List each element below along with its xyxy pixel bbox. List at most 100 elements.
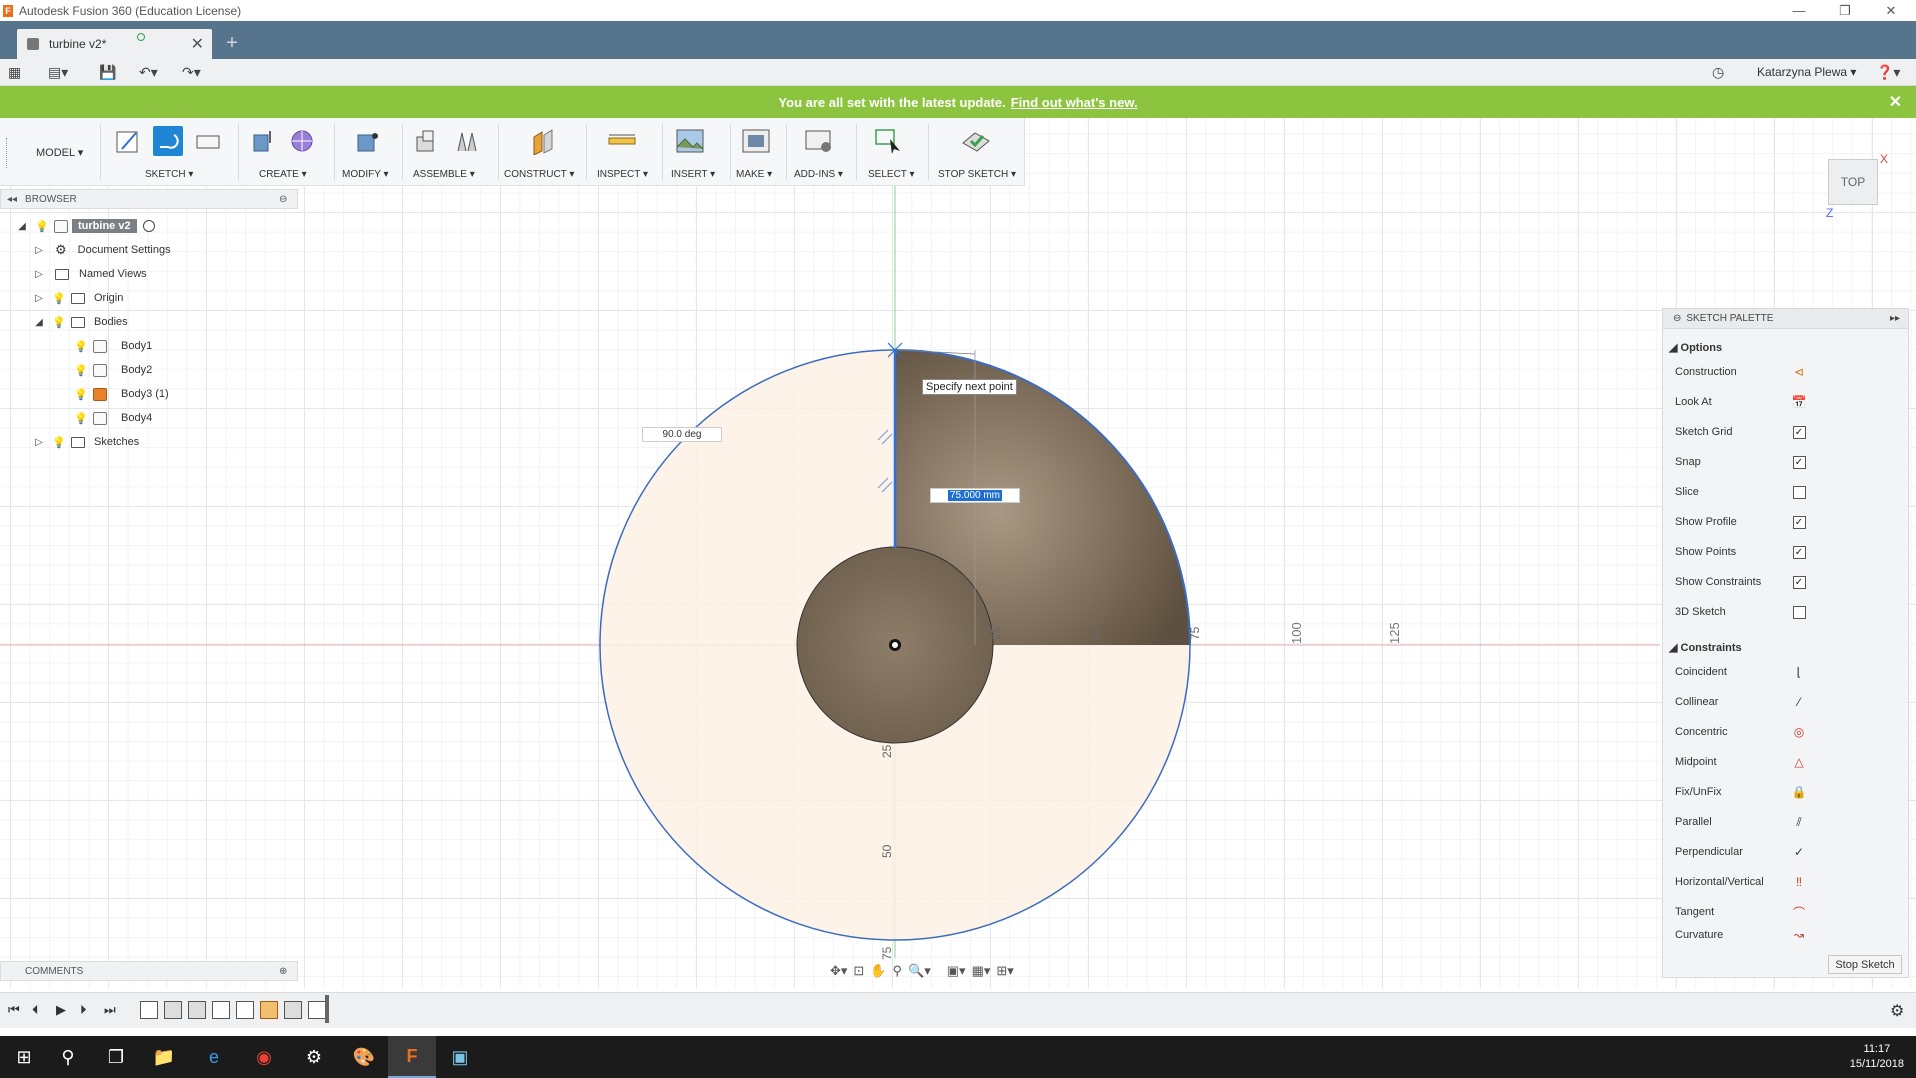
step-back-icon[interactable]: ⏴ xyxy=(32,1002,39,1018)
workspace-switcher[interactable]: MODEL ▾ xyxy=(36,146,83,159)
tree-item[interactable]: 💡 Body3 (1) xyxy=(74,384,169,404)
task-view-icon[interactable]: ❐ xyxy=(92,1036,140,1078)
timeline-revolve-icon[interactable] xyxy=(260,1001,278,1019)
paint-icon[interactable]: 🎨 xyxy=(340,1036,388,1078)
job-status-icon[interactable]: ◷ xyxy=(1712,63,1724,81)
help-icon[interactable]: ❓▾ xyxy=(1876,63,1900,81)
horizontal-vertical-icon[interactable]: ‼ xyxy=(1792,875,1806,889)
steam-icon[interactable]: ⚙ xyxy=(290,1036,338,1078)
constraint-perpendicular[interactable]: Perpendicular ✓ xyxy=(1675,842,1895,862)
sketch-menu[interactable]: SKETCH ▾ xyxy=(145,169,193,180)
step-forward-icon[interactable]: ⏵ xyxy=(80,1002,87,1018)
palette-collapse-icon[interactable]: ⊖ xyxy=(1673,313,1681,324)
timeline-marker-icon[interactable] xyxy=(325,995,329,1023)
show-points-checkbox[interactable]: ✓ xyxy=(1792,545,1806,559)
expand-toggle-icon[interactable]: ▷ xyxy=(33,268,45,280)
look-at-icon[interactable]: 📅 xyxy=(1792,395,1807,409)
scripts-addins-icon[interactable] xyxy=(804,126,834,156)
go-to-start-icon[interactable]: ⏮ xyxy=(8,1002,20,1018)
select-menu[interactable]: SELECT ▾ xyxy=(868,169,915,180)
timeline-features[interactable] xyxy=(140,1001,326,1019)
timeline-feature-icon[interactable] xyxy=(284,1001,302,1019)
option-3d-sketch[interactable]: 3D Sketch xyxy=(1675,602,1895,622)
midpoint-icon[interactable]: △ xyxy=(1792,755,1806,769)
palette-expand-icon[interactable]: ▸▸ xyxy=(1890,313,1900,324)
constraints-section-header[interactable]: ◢ Constraints xyxy=(1669,641,1742,654)
add-ins-menu[interactable]: ADD-INS ▾ xyxy=(794,169,843,180)
play-icon[interactable]: ▶ xyxy=(56,1002,66,1018)
snap-checkbox[interactable]: ✓ xyxy=(1792,455,1806,469)
parallel-icon[interactable]: ⫽ xyxy=(1792,815,1806,829)
visibility-bulb-icon[interactable]: 💡 xyxy=(35,219,49,233)
angle-dimension-input[interactable]: 90.0 deg xyxy=(642,427,722,442)
collapse-panel-icon[interactable]: ◂◂ xyxy=(7,194,17,205)
timeline-sketch-icon[interactable] xyxy=(236,1001,254,1019)
user-account-menu[interactable]: Katarzyna Plewa ▾ xyxy=(1757,65,1856,79)
tree-root-label[interactable]: turbine v2 xyxy=(72,219,137,233)
timeline-sketch-icon[interactable] xyxy=(212,1001,230,1019)
option-construction[interactable]: Construction ⊲ xyxy=(1675,362,1895,382)
3d-sketch-checkbox[interactable] xyxy=(1792,605,1806,619)
banner-close-icon[interactable]: ✕ xyxy=(1889,92,1902,112)
pan-icon[interactable]: ✋ xyxy=(870,963,886,979)
modify-menu[interactable]: MODIFY ▾ xyxy=(342,169,389,180)
document-tab[interactable]: turbine v2* ✕ xyxy=(17,29,212,59)
visibility-bulb-icon[interactable]: 💡 xyxy=(52,291,66,305)
expand-toggle-icon[interactable]: ▷ xyxy=(33,292,45,304)
stop-sketch-icon[interactable] xyxy=(961,126,991,156)
tangent-icon[interactable]: ⌒ xyxy=(1792,905,1806,920)
make-menu[interactable]: MAKE ▾ xyxy=(736,169,772,180)
form-icon[interactable] xyxy=(287,126,317,156)
viewports-icon[interactable]: ⊞▾ xyxy=(996,963,1013,979)
zoom-icon[interactable]: ⚲ xyxy=(893,963,903,979)
expand-toggle-icon[interactable]: ◢ xyxy=(33,316,45,328)
tree-item[interactable]: 💡 Body2 xyxy=(74,360,152,380)
constraint-collinear[interactable]: Collinear ⁄ xyxy=(1675,692,1895,712)
option-show-constraints[interactable]: Show Constraints ✓ xyxy=(1675,572,1895,592)
restore-icon[interactable]: ❐ xyxy=(1822,0,1868,21)
constraint-curvature[interactable]: Curvature ↝ xyxy=(1675,929,1895,941)
system-clock[interactable]: 11:17 15/11/2018 xyxy=(1850,1042,1904,1072)
tree-item[interactable]: ▷ 💡 Origin xyxy=(33,288,123,308)
whats-new-link[interactable]: Find out what's new. xyxy=(1011,95,1138,110)
expand-toggle-icon[interactable]: ▷ xyxy=(33,244,45,256)
stop-sketch-button[interactable]: Stop Sketch xyxy=(1828,955,1902,974)
assemble-menu[interactable]: ASSEMBLE ▾ xyxy=(413,169,475,180)
create-sketch-icon[interactable] xyxy=(113,126,143,156)
save-icon[interactable]: 💾 xyxy=(99,63,116,81)
create-menu[interactable]: CREATE ▾ xyxy=(259,169,307,180)
visibility-bulb-icon[interactable]: 💡 xyxy=(52,315,66,329)
go-to-end-icon[interactable]: ⏭ xyxy=(104,1002,116,1018)
construction-icon[interactable]: ⊲ xyxy=(1792,365,1806,379)
timeline-feature-icon[interactable] xyxy=(164,1001,182,1019)
concentric-icon[interactable]: ◎ xyxy=(1792,725,1806,739)
rectangle-tool-icon[interactable] xyxy=(193,126,223,156)
fusion-taskbar-icon[interactable]: F xyxy=(388,1036,436,1078)
tree-item[interactable]: 💡 Body1 xyxy=(74,336,152,356)
add-comment-icon[interactable]: ⊕ xyxy=(279,966,287,977)
zoom-window-icon[interactable]: 🔍▾ xyxy=(908,963,931,979)
measure-icon[interactable] xyxy=(607,126,637,156)
photos-icon[interactable]: ▣ xyxy=(436,1036,484,1078)
file-explorer-icon[interactable]: 📁 xyxy=(140,1036,188,1078)
expand-toggle-icon[interactable]: ▷ xyxy=(33,436,45,448)
visibility-bulb-icon[interactable]: 💡 xyxy=(74,387,88,401)
curvature-icon[interactable]: ↝ xyxy=(1792,929,1806,941)
show-constraints-checkbox[interactable]: ✓ xyxy=(1792,575,1806,589)
tree-item[interactable]: ▷ ⚙ Document Settings xyxy=(33,240,170,260)
tree-item[interactable]: ▷ Named Views xyxy=(33,264,147,284)
constraint-coincident[interactable]: Coincident ⌊ xyxy=(1675,662,1895,682)
browser-header[interactable]: ◂◂ BROWSER ⊖ xyxy=(0,189,298,209)
option-sketch-grid[interactable]: Sketch Grid ✓ xyxy=(1675,422,1895,442)
file-menu-icon[interactable]: ▤▾ xyxy=(48,63,68,81)
chrome-icon[interactable]: ◉ xyxy=(240,1036,288,1078)
new-tab-button[interactable]: + xyxy=(220,31,244,55)
options-section-header[interactable]: ◢ Options xyxy=(1669,341,1722,354)
visibility-bulb-icon[interactable]: 💡 xyxy=(52,435,66,449)
timeline-sketch-icon[interactable] xyxy=(308,1001,326,1019)
windows-start-icon[interactable]: ⊞ xyxy=(0,1036,48,1078)
timeline-sketch-icon[interactable] xyxy=(140,1001,158,1019)
option-show-points[interactable]: Show Points ✓ xyxy=(1675,542,1895,562)
timeline-feature-icon[interactable] xyxy=(188,1001,206,1019)
browser-options-icon[interactable]: ⊖ xyxy=(279,194,287,205)
